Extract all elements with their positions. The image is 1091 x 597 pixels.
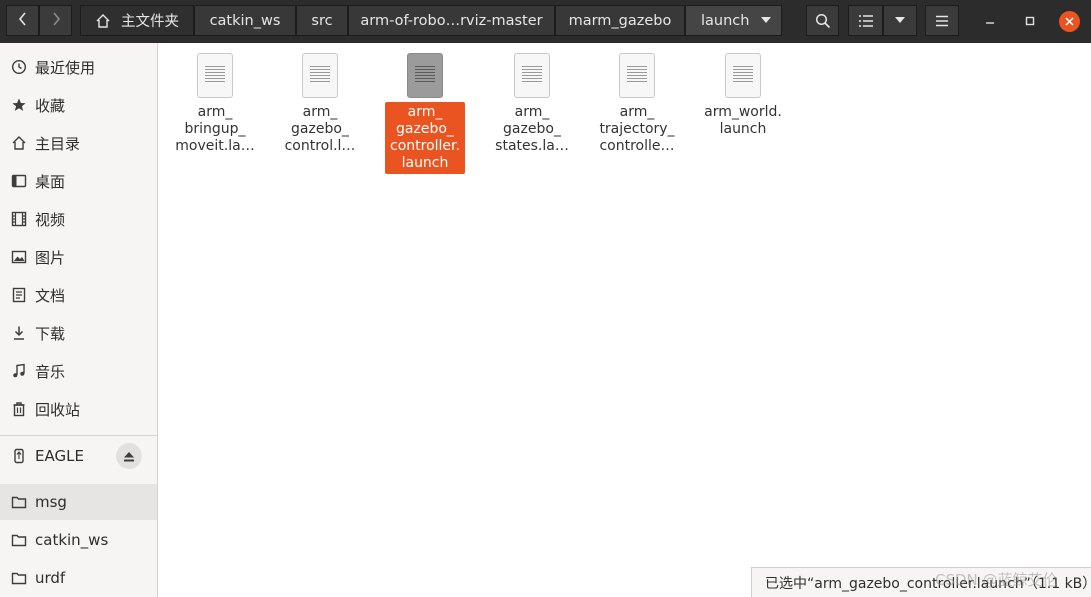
eject-icon [123,451,135,462]
search-button[interactable] [806,5,839,36]
breadcrumb-label: 主文件夹 [121,14,179,30]
sidebar-item-label: 回收站 [35,400,81,419]
hamburger-menu-icon [935,15,949,27]
maximize-button[interactable] [1019,10,1041,32]
breadcrumb-label: launch [701,12,750,29]
sidebar-item-label: 主目录 [35,134,81,153]
file-name: arm_world. launch [704,104,782,137]
breadcrumb-label: src [311,12,333,29]
breadcrumb-label: catkin_ws [209,12,281,29]
sidebar-item-msg[interactable]: msg [0,484,157,520]
text-file-icon [514,53,550,98]
view-options-button[interactable] [883,5,917,36]
maximize-icon [1025,16,1035,26]
minimize-icon [985,16,995,26]
chevron-right-icon [51,11,61,31]
breadcrumb-item[interactable]: arm-of-robo…rviz-master [348,5,555,36]
breadcrumb-current[interactable]: launch [685,5,782,36]
triangle-down-icon [895,17,905,24]
sidebar-item-label: msg [35,493,67,511]
sidebar-item-recent[interactable]: 最近使用 [0,49,157,85]
breadcrumb-home[interactable]: 主文件夹 [80,5,194,36]
file-item-selected[interactable]: arm_ gazebo_ controller. launch [385,51,465,174]
search-icon [815,13,831,29]
back-button[interactable] [6,5,39,36]
music-icon [10,362,28,380]
close-icon [1065,17,1074,26]
sidebar-item-label: urdf [35,569,66,587]
sidebar-item-videos[interactable]: 视频 [0,201,157,237]
download-icon [10,324,28,342]
picture-icon [10,248,28,266]
sidebar-item-label: 下载 [35,324,66,343]
star-icon [10,96,28,114]
header-bar: 主文件夹 catkin_ws src arm-of-robo…rviz-mast… [0,0,1091,43]
sidebar-item-label: 桌面 [35,172,66,191]
sidebar-item-trash[interactable]: 回收站 [0,391,157,427]
home-icon [10,134,28,152]
sidebar: 最近使用 收藏 主目录 桌面 视频 图片 文档 下载 音乐 回收站 EAGLE [0,43,158,597]
text-file-icon [302,53,338,98]
file-item[interactable]: arm_ gazebo_ control.l… [278,51,362,157]
breadcrumb-label: arm-of-robo…rviz-master [360,12,543,29]
folder-icon [10,531,28,549]
sidebar-separator [0,435,157,436]
sidebar-item-starred[interactable]: 收藏 [0,87,157,123]
sidebar-item-label: 图片 [35,248,66,267]
breadcrumb-item[interactable]: catkin_ws [194,5,296,36]
sidebar-item-label: 音乐 [35,362,66,381]
file-item[interactable]: arm_ bringup_ moveit.la… [173,51,257,157]
view-list-button[interactable] [848,5,883,36]
sidebar-item-label: catkin_ws [35,531,109,549]
sidebar-item-catkin-ws[interactable]: catkin_ws [0,522,157,558]
breadcrumb-label: marm_gazebo [568,12,672,29]
file-name: arm_ trajectory_ controlle… [599,104,675,154]
sidebar-item-documents[interactable]: 文档 [0,277,157,313]
video-icon [10,210,28,228]
watermark: CSDN @蓝鲸艾伦 [935,571,1058,589]
sidebar-item-label: EAGLE [35,447,84,465]
trash-icon [10,400,28,418]
folder-icon [10,569,28,587]
usb-drive-icon [10,447,28,465]
close-button[interactable] [1059,11,1080,32]
breadcrumb-item[interactable]: marm_gazebo [555,5,685,36]
menu-button[interactable] [925,5,959,36]
file-name: arm_ gazebo_ control.l… [284,104,356,154]
eject-button[interactable] [116,443,142,469]
text-file-icon [619,53,655,98]
desktop-icon [10,172,28,190]
sidebar-item-label: 最近使用 [35,58,96,77]
sidebar-item-urdf[interactable]: urdf [0,560,157,596]
clock-icon [10,58,28,76]
sidebar-item-label: 视频 [35,210,66,229]
sidebar-item-label: 文档 [35,286,66,305]
file-view: arm_ bringup_ moveit.la… arm_ gazebo_ co… [158,43,1091,597]
sidebar-item-downloads[interactable]: 下载 [0,315,157,351]
list-view-icon [858,14,873,27]
sidebar-item-home[interactable]: 主目录 [0,125,157,161]
document-icon [10,286,28,304]
chevron-left-icon [18,11,28,31]
file-item[interactable]: arm_ trajectory_ controlle… [595,51,679,157]
breadcrumb-item[interactable]: src [296,5,348,36]
text-file-icon [197,53,233,98]
sidebar-item-music[interactable]: 音乐 [0,353,157,389]
file-name: arm_ bringup_ moveit.la… [175,104,255,154]
file-name: arm_ gazebo_ controller. launch [385,102,465,174]
text-file-icon [725,53,761,98]
home-icon [95,13,111,29]
sidebar-item-pictures[interactable]: 图片 [0,239,157,275]
text-file-icon [407,53,443,98]
file-item[interactable]: arm_ gazebo_ states.la… [490,51,574,157]
file-name: arm_ gazebo_ states.la… [495,104,569,154]
triangle-down-icon [761,17,771,24]
sidebar-item-desktop[interactable]: 桌面 [0,163,157,199]
folder-icon [10,493,28,511]
file-item[interactable]: arm_world. launch [701,51,785,140]
forward-button[interactable] [39,5,72,36]
minimize-button[interactable] [979,10,1001,32]
sidebar-item-label: 收藏 [35,96,66,115]
